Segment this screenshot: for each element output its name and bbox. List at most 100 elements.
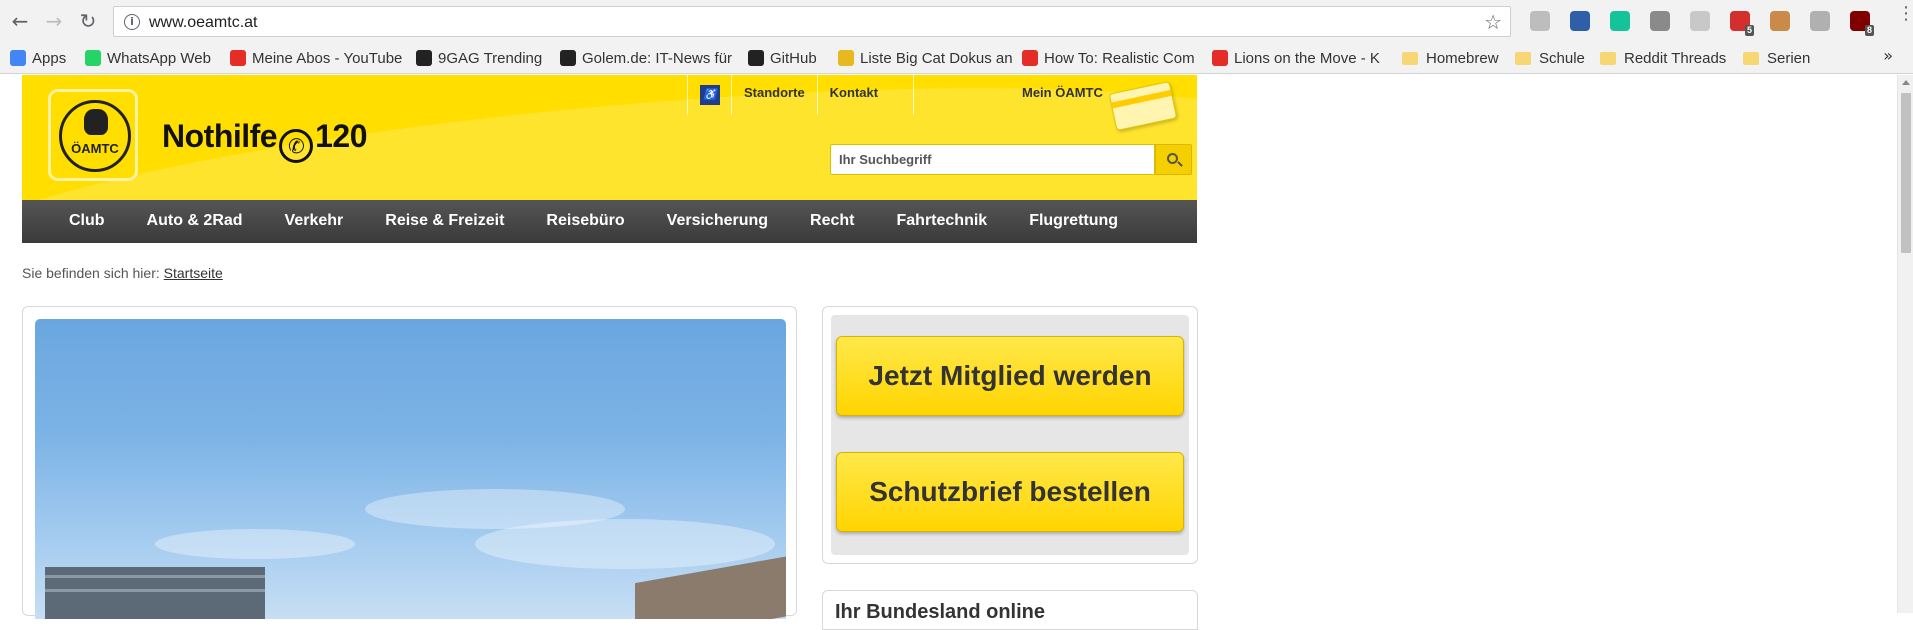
bookmark-label: Reddit Threads bbox=[1624, 49, 1727, 67]
bookmark-label: Serien bbox=[1767, 49, 1811, 67]
member-area-link[interactable]: Mein ÖAMTC bbox=[1022, 85, 1103, 100]
top-navigation: ♿ Standorte Kontakt bbox=[687, 75, 1009, 115]
nav-item-club[interactable]: Club bbox=[48, 200, 126, 243]
mail-extension-icon[interactable] bbox=[1570, 11, 1590, 31]
bookmark-label: Apps bbox=[32, 49, 67, 67]
search-button[interactable] bbox=[1155, 144, 1192, 175]
nav-item-reise-freizeit[interactable]: Reise & Freizeit bbox=[364, 200, 525, 243]
extension-badge: 5 bbox=[1744, 25, 1754, 36]
site-header: ÖAMTC Nothilfe ✆ 120 ♿ Standorte Kontakt M… bbox=[22, 75, 1197, 200]
bookmark-label: Liste Big Cat Dokus an bbox=[860, 49, 1012, 67]
sofa-extension-icon[interactable] bbox=[1650, 11, 1670, 31]
whatsapp-icon bbox=[85, 50, 101, 66]
logo-text: ÖAMTC bbox=[71, 141, 119, 156]
web-page: ÖAMTC Nothilfe ✆ 120 ♿ Standorte Kontakt M… bbox=[0, 75, 1913, 630]
state-online-box: Ihr Bundesland online bbox=[822, 590, 1198, 630]
bookmark-item[interactable]: GitHub bbox=[748, 48, 817, 68]
eagle-icon bbox=[84, 109, 108, 135]
cube-extension-icon[interactable] bbox=[1690, 11, 1710, 31]
github-icon bbox=[748, 50, 764, 66]
reload-icon[interactable]: ↻ bbox=[76, 9, 100, 33]
bookmark-star-icon[interactable]: ☆ bbox=[1484, 10, 1502, 34]
bookmark-item[interactable]: Liste Big Cat Dokus an bbox=[838, 48, 1012, 68]
golem-icon bbox=[560, 50, 576, 66]
phone-icon: ✆ bbox=[279, 129, 314, 163]
hero-image[interactable] bbox=[35, 319, 786, 619]
bookmark-label: 9GAG Trending bbox=[438, 49, 543, 67]
cup-extension-icon[interactable] bbox=[1810, 11, 1830, 31]
url-text[interactable]: www.oeamtc.at bbox=[149, 14, 257, 32]
extension-badge: 8 bbox=[1864, 25, 1874, 36]
browser-menu-icon[interactable]: ⋮ bbox=[1897, 5, 1913, 23]
page-scrollbar[interactable] bbox=[1897, 75, 1913, 613]
adblock-plus-icon[interactable]: 5 bbox=[1730, 11, 1754, 36]
bookmark-label: GitHub bbox=[770, 49, 817, 67]
top-link-standorte[interactable]: Standorte bbox=[731, 75, 817, 115]
logo-disc: ÖAMTC bbox=[59, 100, 131, 172]
accessibility-link[interactable]: ♿ bbox=[687, 75, 731, 115]
bookmark-item[interactable]: Schule bbox=[1515, 48, 1585, 68]
folder-icon bbox=[1515, 51, 1531, 65]
forward-arrow-icon[interactable]: → bbox=[42, 9, 66, 33]
folder-icon bbox=[1600, 51, 1616, 65]
become-member-button[interactable]: Jetzt Mitglied werden bbox=[836, 336, 1184, 416]
cloud-shape bbox=[475, 519, 775, 569]
site-info-icon[interactable]: i bbox=[124, 14, 140, 30]
folder-icon bbox=[1743, 51, 1759, 65]
nav-item-fahrtechnik[interactable]: Fahrtechnik bbox=[876, 200, 1009, 243]
search-input[interactable] bbox=[830, 144, 1155, 175]
sidebar-cta-box: Jetzt Mitglied werden Schutzbrief bestel… bbox=[822, 306, 1198, 564]
card-stripe bbox=[1111, 89, 1172, 109]
search-icon-handle bbox=[1177, 161, 1183, 167]
9gag-icon bbox=[416, 50, 432, 66]
oeamtc-logo[interactable]: ÖAMTC bbox=[48, 89, 138, 181]
youtube-icon bbox=[1022, 50, 1038, 66]
folder-icon bbox=[1402, 51, 1418, 65]
youtube-icon bbox=[230, 50, 246, 66]
nav-item-versicherung[interactable]: Versicherung bbox=[646, 200, 789, 243]
building-row bbox=[45, 575, 265, 578]
breadcrumb: Sie befinden sich hier: Startseite bbox=[22, 265, 223, 281]
bookmark-item[interactable]: Homebrew bbox=[1402, 48, 1499, 68]
bookmark-item[interactable]: Reddit Threads bbox=[1600, 48, 1726, 68]
breadcrumb-link-startseite[interactable]: Startseite bbox=[164, 265, 223, 281]
emergency-hotline[interactable]: Nothilfe ✆ 120 bbox=[162, 118, 367, 163]
bookmark-item[interactable]: Apps bbox=[10, 48, 66, 68]
ublock-icon[interactable]: 8 bbox=[1850, 11, 1874, 36]
bookmark-label: Meine Abos - YouTube bbox=[252, 49, 403, 67]
bookmark-item[interactable]: WhatsApp Web bbox=[85, 48, 211, 68]
imdb-icon bbox=[838, 50, 854, 66]
bookmark-item[interactable]: Meine Abos - YouTube bbox=[230, 48, 402, 68]
scrollbar-thumb[interactable] bbox=[1901, 93, 1911, 253]
bookmark-item[interactable]: Lions on the Move - K bbox=[1212, 48, 1380, 68]
hero-teaser[interactable] bbox=[22, 306, 797, 619]
nav-item-reisebuero[interactable]: Reisebüro bbox=[525, 200, 645, 243]
address-bar[interactable]: i www.oeamtc.at ☆ bbox=[113, 6, 1511, 37]
nav-item-flugrettung[interactable]: Flugrettung bbox=[1008, 200, 1139, 243]
bookmark-item[interactable]: Serien bbox=[1743, 48, 1810, 68]
top-link-kontakt[interactable]: Kontakt bbox=[816, 75, 913, 115]
apps-icon bbox=[10, 50, 26, 66]
bookmark-item[interactable]: Golem.de: IT-News für bbox=[560, 48, 732, 68]
nav-item-verkehr[interactable]: Verkehr bbox=[264, 200, 365, 243]
nav-item-auto-2rad[interactable]: Auto & 2Rad bbox=[126, 200, 264, 243]
scroll-up-arrow-icon[interactable] bbox=[1902, 80, 1910, 85]
browser-toolbar: ← → ↻ i www.oeamtc.at ☆ 5 8 ⋮ bbox=[0, 0, 1913, 42]
bookmark-label: Golem.de: IT-News für bbox=[582, 49, 733, 67]
site-search bbox=[830, 144, 1196, 175]
more-bookmarks-icon[interactable]: » bbox=[1883, 46, 1893, 65]
back-arrow-icon[interactable]: ← bbox=[8, 9, 32, 33]
grammarly-icon[interactable] bbox=[1610, 11, 1630, 31]
hotline-label: Nothilfe bbox=[162, 118, 278, 154]
bookmark-label: Homebrew bbox=[1426, 49, 1499, 67]
main-navigation: Club Auto & 2Rad Verkehr Reise & Freizei… bbox=[22, 200, 1197, 243]
cloud-shape bbox=[155, 529, 355, 559]
bookmark-item[interactable]: 9GAG Trending bbox=[416, 48, 542, 68]
face-extension-icon[interactable] bbox=[1770, 11, 1790, 31]
nav-item-recht[interactable]: Recht bbox=[789, 200, 875, 243]
bookmark-item[interactable]: How To: Realistic Com bbox=[1022, 48, 1195, 68]
play-extension-icon[interactable] bbox=[1530, 11, 1550, 31]
cta-panel: Jetzt Mitglied werden Schutzbrief bestel… bbox=[831, 315, 1189, 555]
order-protection-letter-button[interactable]: Schutzbrief bestellen bbox=[836, 452, 1184, 532]
bookmark-label: WhatsApp Web bbox=[107, 49, 211, 67]
